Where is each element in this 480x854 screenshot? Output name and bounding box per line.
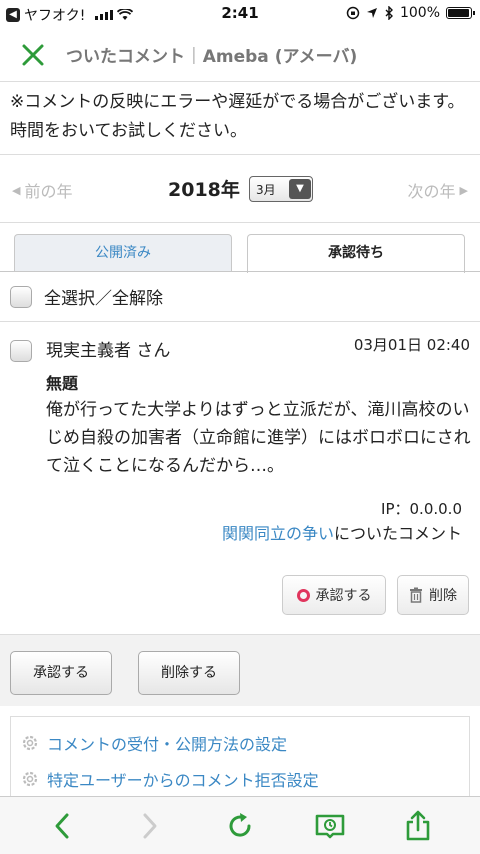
gear-icon	[22, 735, 38, 751]
back-button[interactable]	[32, 797, 92, 854]
battery-icon	[446, 7, 475, 19]
settings-link-label: コメントの受付・公開方法の設定	[47, 735, 288, 754]
bulk-delete-button[interactable]: 削除する	[138, 651, 240, 695]
divider	[0, 154, 480, 155]
prev-year-link[interactable]: ◀ 前の年	[12, 178, 72, 202]
status-tabs: 公開済み 承認待ち	[0, 234, 480, 273]
comment-subject: 無題	[46, 374, 79, 393]
gear-icon	[22, 771, 38, 787]
year-navigation: ◀ 前の年 2018年 3月 ▼ 次の年 ▶	[0, 168, 480, 210]
next-year-link[interactable]: 次の年 ▶	[408, 178, 468, 202]
close-icon	[22, 44, 44, 65]
comment-post-ref: 関関同立の争いについたコメント	[222, 520, 462, 544]
triangle-right-icon: ▶	[459, 183, 468, 197]
dropdown-arrow-icon: ▼	[289, 179, 311, 199]
comment-ip: IP：0.0.0.0	[381, 500, 462, 518]
reading-list-icon	[315, 814, 345, 839]
settings-link-label: 特定ユーザーからのコメント拒否設定	[47, 771, 319, 790]
comment-item: 現実主義者 さん 03月01日 02:40 無題 俺が行ってた大学よりはずっと立…	[0, 322, 480, 634]
select-all-checkbox[interactable]	[10, 285, 32, 308]
prev-year-label: 前の年	[24, 182, 73, 201]
bulk-actions: 承認する 削除する	[0, 634, 480, 706]
share-button[interactable]	[388, 797, 448, 854]
forward-icon	[143, 813, 157, 839]
forward-button[interactable]	[120, 797, 180, 854]
triangle-left-icon: ◀	[12, 183, 21, 197]
page-header: ついたコメント | Ameba (アメーバ)	[0, 28, 480, 82]
reading-list-button[interactable]	[300, 797, 360, 854]
settings-links: コメントの受付・公開方法の設定 特定ユーザーからのコメント拒否設定	[10, 716, 470, 806]
browser-toolbar	[0, 796, 480, 854]
site-name: Ameba (アメーバ)	[202, 47, 358, 67]
tab-published[interactable]: 公開済み	[14, 234, 232, 272]
battery-percent: 100%	[399, 5, 440, 21]
share-icon	[406, 810, 430, 841]
bulk-approve-button[interactable]: 承認する	[10, 651, 112, 695]
error-notice: ※コメントの反映にエラーや遅延がでる場合がございます。時間をおいてお試しください…	[10, 92, 465, 141]
comment-author: 現実主義者 さん	[46, 341, 171, 361]
post-link[interactable]: 関関同立の争い	[222, 524, 334, 543]
select-all-label[interactable]: 全選択／全解除	[44, 284, 163, 309]
title-separator: |	[191, 44, 197, 65]
location-icon	[366, 8, 377, 18]
reload-button[interactable]	[210, 797, 270, 854]
close-button[interactable]	[0, 28, 66, 82]
post-suffix: についたコメント	[333, 524, 462, 543]
settings-link-user-block[interactable]: 特定ユーザーからのコメント拒否設定	[21, 767, 319, 791]
reload-icon	[229, 813, 251, 837]
circle-icon	[296, 588, 310, 602]
next-year-label: 次の年	[407, 182, 456, 201]
page-title-text: ついたコメント	[66, 47, 185, 67]
comment-date: 03月01日 02:40	[353, 336, 470, 354]
approve-label: 承認する	[315, 588, 372, 604]
settings-link-comment-acceptance[interactable]: コメントの受付・公開方法の設定	[21, 731, 287, 755]
approve-button[interactable]: 承認する	[282, 575, 386, 615]
comment-body: 俺が行ってた大学よりはずっと立派だが、滝川高校のいじめ自殺の加害者（立命館に進学…	[46, 400, 471, 476]
bluetooth-icon	[385, 6, 393, 20]
page-title: ついたコメント | Ameba (アメーバ)	[66, 42, 358, 68]
trash-icon	[410, 587, 422, 603]
select-all-row: 全選択／全解除	[10, 284, 163, 309]
tabs-baseline	[0, 271, 480, 272]
month-value: 3月	[256, 182, 276, 197]
current-year: 2018年	[168, 179, 240, 201]
delete-button[interactable]: 削除	[397, 575, 469, 615]
delete-label: 削除	[429, 588, 457, 604]
orientation-lock-icon	[346, 6, 360, 20]
comment-checkbox[interactable]	[10, 340, 32, 362]
back-icon	[55, 813, 69, 839]
month-select[interactable]: 3月 ▼	[249, 176, 313, 202]
tab-pending[interactable]: 承認待ち	[247, 234, 465, 273]
status-bar: ◀ ヤフオク! 2:41 100%	[0, 0, 480, 28]
divider	[0, 222, 480, 223]
